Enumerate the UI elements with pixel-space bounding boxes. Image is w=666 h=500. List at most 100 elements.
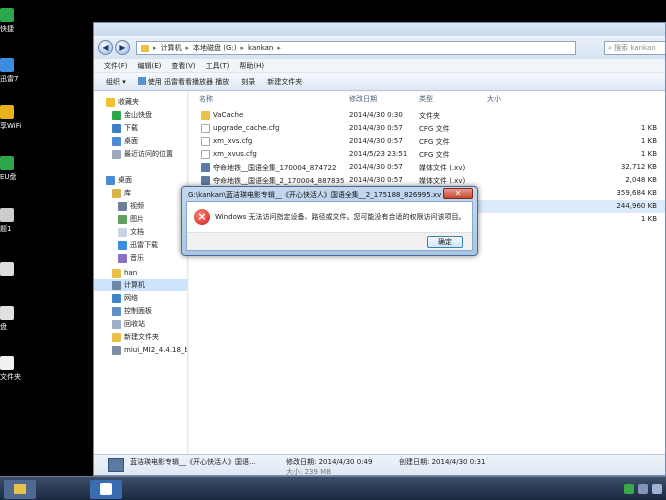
taskbar-app-explorer[interactable]	[4, 480, 36, 499]
nav-miui[interactable]: miui_MI2_4.4.18_b	[112, 344, 187, 356]
xunlei-icon	[0, 58, 14, 72]
menu-edit[interactable]: 编辑(E)	[138, 61, 162, 71]
disk-icon	[0, 306, 14, 320]
column-name[interactable]: 名称	[199, 92, 213, 106]
file-row[interactable]: xm_xvs.cfg 2014/4/30 0:57 CFG 文件 1 KB	[189, 135, 665, 148]
desktop-icon-doc[interactable]: 题1	[0, 208, 20, 233]
wifi-icon	[0, 105, 14, 119]
close-icon: ✕	[454, 189, 462, 198]
nav-kuaipan[interactable]: 金山快盘	[112, 109, 152, 121]
desktop-icon-blank[interactable]	[0, 262, 20, 276]
nav-label: 最近访问的位置	[124, 150, 173, 158]
file-date: 2014/5/23 23:51	[349, 150, 408, 158]
desktop-icon-label: 文件夹	[0, 373, 21, 381]
ok-button[interactable]: 确定	[427, 236, 463, 248]
nav-pictures[interactable]: 图片	[118, 213, 144, 225]
nav-label: 迅雷下载	[130, 241, 158, 249]
breadcrumb-kankan[interactable]: kankan	[248, 44, 273, 52]
window-titlebar[interactable]	[94, 23, 665, 36]
folder-icon	[0, 356, 14, 370]
menu-tools[interactable]: 工具(T)	[206, 61, 230, 71]
menu-file[interactable]: 文件(F)	[104, 61, 128, 71]
nav-library[interactable]: 库	[112, 187, 131, 199]
picture-icon	[118, 214, 127, 224]
file-name: 夺命地铁__国语全集_2_170004_887835	[213, 177, 345, 185]
forward-button[interactable]: ▶	[115, 40, 130, 55]
control-panel-icon	[112, 306, 121, 316]
file-row[interactable]: upgrade_cache.cfg 2014/4/30 0:57 CFG 文件 …	[189, 122, 665, 135]
taskbar-app-maxthon[interactable]	[90, 480, 122, 499]
nav-label: 金山快盘	[124, 111, 152, 119]
error-icon: ×	[194, 209, 210, 225]
kuaipan-icon	[112, 110, 121, 120]
burn-button[interactable]: 刻录	[241, 77, 255, 87]
file-type: 媒体文件 (.xv)	[419, 164, 466, 172]
chevron-right-icon: ▸	[185, 44, 190, 52]
column-type[interactable]: 类型	[419, 92, 433, 106]
nav-downloads[interactable]: 下载	[112, 122, 138, 134]
desktop-icon-disk[interactable]: 盘	[0, 306, 20, 331]
dialog-message: Windows 无法访问指定设备、路径或文件。您可能没有合适的权限访问该项目。	[215, 213, 466, 221]
nav-desktop[interactable]: 桌面	[106, 174, 132, 186]
nav-network[interactable]: 网络	[112, 292, 138, 304]
nav-new-folder[interactable]: 新建文件夹	[112, 331, 159, 343]
details-created: 创建日期: 2014/4/30 0:31	[399, 458, 486, 466]
new-folder-button[interactable]: 新建文件夹	[267, 77, 302, 87]
desktop-icon-folder[interactable]: 文件夹	[0, 356, 21, 381]
nav-label: 网络	[124, 294, 138, 302]
nav-control-panel[interactable]: 控制面板	[112, 305, 152, 317]
tray-network-icon[interactable]	[638, 484, 648, 494]
file-row[interactable]: VaCache 2014/4/30 0:30 文件夹	[189, 109, 665, 122]
menu-help[interactable]: 帮助(H)	[239, 61, 264, 71]
organize-button[interactable]: 组织 ▾	[106, 77, 126, 87]
desktop-icon-kuaipan[interactable]: 快捷	[0, 8, 20, 33]
file-icon	[0, 262, 14, 276]
tray-green-icon[interactable]	[624, 484, 634, 494]
column-size[interactable]: 大小	[487, 92, 501, 106]
udisk-icon	[0, 156, 14, 170]
search-input[interactable]: ⌕ 搜索 kankan	[604, 41, 665, 55]
breadcrumb-drive[interactable]: 本地磁盘 (G:)	[193, 43, 236, 53]
close-button[interactable]: ✕	[443, 188, 473, 199]
user-folder-icon	[112, 268, 121, 278]
nav-recycle-bin[interactable]: 回收站	[112, 318, 145, 330]
nav-videos[interactable]: 视频	[118, 200, 144, 212]
nav-user-han[interactable]: han	[112, 267, 137, 279]
nav-recent[interactable]: 最近访问的位置	[112, 148, 173, 160]
desktop-icon-xunlei[interactable]: 迅雷7	[0, 58, 20, 83]
video-icon	[118, 201, 127, 211]
column-date[interactable]: 修改日期	[349, 92, 377, 106]
desktop-icon-label: EU盘	[0, 173, 17, 181]
desktop-icon-label: 快捷	[0, 25, 14, 33]
desktop-icon-udisk[interactable]: EU盘	[0, 156, 20, 181]
media-file-icon	[201, 176, 210, 185]
nav-favorites[interactable]: 收藏夹	[106, 96, 139, 108]
file-type: 文件夹	[419, 112, 440, 120]
file-row[interactable]: 夺命地铁__国语全集_170004_874722 2014/4/30 0:57 …	[189, 161, 665, 174]
nav-label: 回收站	[124, 320, 145, 328]
desktop-icon-wifi[interactable]: 享WiFi	[0, 105, 21, 130]
nav-computer[interactable]: 计算机	[94, 279, 187, 291]
file-row[interactable]: xm_xvus.cfg 2014/5/23 23:51 CFG 文件 1 KB	[189, 148, 665, 161]
address-bar[interactable]: ▸ 计算机 ▸ 本地磁盘 (G:) ▸ kankan ▸	[136, 41, 576, 55]
menu-bar: 文件(F) 编辑(E) 查看(V) 工具(T) 帮助(H)	[94, 59, 665, 73]
nav-xunlei-downloads[interactable]: 迅雷下载	[118, 239, 158, 251]
error-dialog: G:\kankan\蓝洁瑛电影专辑__《开心快活人》国语全集__2_175188…	[181, 186, 478, 256]
document-icon	[0, 208, 14, 222]
nav-music[interactable]: 音乐	[118, 252, 144, 264]
breadcrumb-computer[interactable]: 计算机	[161, 43, 182, 53]
nav-label: 音乐	[130, 254, 144, 262]
taskbar	[0, 476, 666, 500]
details-file-name: 蓝洁瑛电影专辑__《开心快活人》国语...	[130, 458, 256, 466]
chevron-right-icon: ▸	[240, 44, 245, 52]
open-with-button[interactable]: 使用 迅雷看看播放器 播放	[137, 77, 229, 87]
menu-view[interactable]: 查看(V)	[171, 61, 195, 71]
nav-documents[interactable]: 文档	[118, 226, 144, 238]
nav-label: 新建文件夹	[124, 333, 159, 341]
tray-volume-icon[interactable]	[652, 484, 662, 494]
desktop-icon	[112, 136, 121, 146]
details-size: 大小: 239 MB	[286, 468, 332, 476]
xunlei-icon	[118, 240, 127, 250]
back-button[interactable]: ◀	[98, 40, 113, 55]
nav-desktop-fav[interactable]: 桌面	[112, 135, 138, 147]
